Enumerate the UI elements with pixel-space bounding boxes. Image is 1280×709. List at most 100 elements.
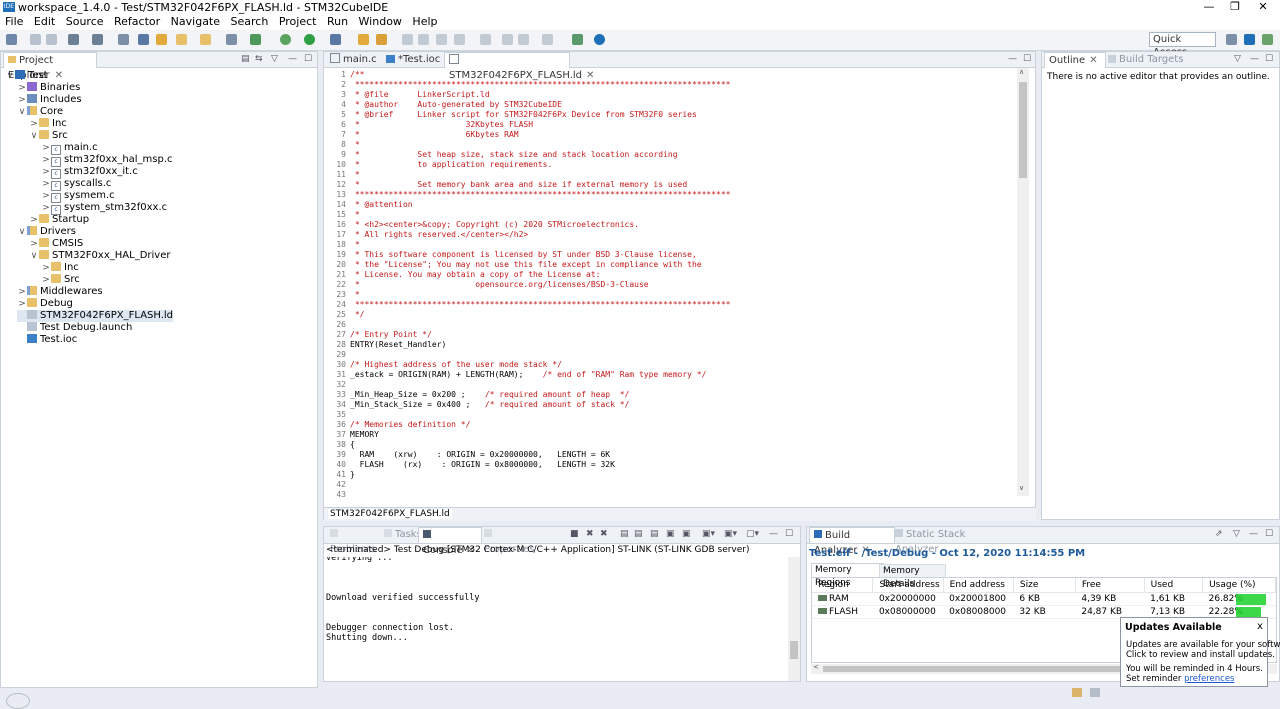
chevron-down-icon[interactable]: ∨ xyxy=(17,226,27,238)
tab-linker-script[interactable]: STM32F042F6PX_FLASH.ld ✕ xyxy=(444,52,594,81)
close-button[interactable]: ✕ xyxy=(1250,0,1276,14)
tree-item[interactable]: ∨ Core xyxy=(17,106,63,118)
tab-console[interactable]: Console ✕ xyxy=(418,527,482,556)
tree-item[interactable]: > Src xyxy=(41,274,80,286)
remove-launch-icon[interactable]: ✖ xyxy=(586,529,594,539)
debug-icon[interactable] xyxy=(280,34,291,45)
build-icon[interactable] xyxy=(92,34,103,45)
block-select-icon[interactable] xyxy=(418,34,429,45)
close-tab-icon[interactable]: ✕ xyxy=(55,70,63,81)
tree-item[interactable]: ∨ STM32F0xx_HAL_Driver xyxy=(29,250,170,262)
maximize-view-icon[interactable]: ☐ xyxy=(1265,54,1273,64)
tree-item[interactable]: ∨ Test xyxy=(5,70,48,82)
chevron-right-icon[interactable]: > xyxy=(41,202,51,214)
refresh-icon[interactable] xyxy=(250,34,261,45)
menu-help[interactable]: Help xyxy=(412,14,437,30)
column-header[interactable]: Used xyxy=(1144,578,1204,593)
scroll-lock-icon[interactable]: ▤ xyxy=(634,529,643,539)
run-icon[interactable] xyxy=(304,34,315,45)
menu-project[interactable]: Project xyxy=(279,14,317,30)
column-header[interactable]: Start address xyxy=(872,578,944,593)
table-row[interactable]: RAM 0x20000000 0x20001800 6 KB 4,39 KB 1,61 K… xyxy=(812,592,1276,606)
updates-popup[interactable]: Updates Available x Updates are availabl… xyxy=(1120,617,1280,687)
search-icon[interactable] xyxy=(358,34,369,45)
chevron-down-icon[interactable]: ∨ xyxy=(17,106,27,118)
minimize-view-icon[interactable]: — xyxy=(1008,54,1017,64)
column-header[interactable]: Region xyxy=(812,578,874,593)
chevron-right-icon[interactable]: > xyxy=(41,178,51,190)
tab-project-explorer[interactable]: Project Explorer ✕ xyxy=(3,52,97,81)
chevron-right-icon[interactable]: > xyxy=(29,238,39,250)
console-vertical-scrollbar[interactable] xyxy=(788,557,800,681)
forward-icon[interactable] xyxy=(542,34,553,45)
export-icon[interactable]: ⇗ xyxy=(1215,529,1223,539)
tab-outline[interactable]: Outline ✕ xyxy=(1044,52,1106,68)
tree-item[interactable]: ∨ Src xyxy=(29,130,68,142)
menu-source[interactable]: Source xyxy=(66,14,104,30)
tab-main-c[interactable]: main.c xyxy=(326,52,380,67)
tab-build-targets[interactable]: Build Targets xyxy=(1104,52,1188,67)
tree-item[interactable]: Test Debug.launch xyxy=(17,322,132,334)
tree-item[interactable]: > c system_stm32f0xx.c xyxy=(41,202,167,215)
tree-item[interactable]: ∨ Drivers xyxy=(17,226,76,238)
tree-item[interactable]: > Debug xyxy=(17,298,73,310)
editor-vertical-scrollbar[interactable]: ∧ ∨ xyxy=(1017,68,1029,496)
tree-item[interactable]: > Startup xyxy=(29,214,89,226)
tree-item[interactable]: Test.ioc xyxy=(17,334,77,346)
tree-item[interactable]: > c syscalls.c xyxy=(41,178,111,191)
view-menu-icon[interactable]: ▽ xyxy=(271,54,278,64)
menu-run[interactable]: Run xyxy=(327,14,348,30)
column-header[interactable]: Size xyxy=(1013,578,1076,593)
chevron-right-icon[interactable]: > xyxy=(17,298,27,310)
chevron-right-icon[interactable]: > xyxy=(17,94,27,106)
back-icon[interactable] xyxy=(518,34,529,45)
menu-file[interactable]: File xyxy=(5,14,23,30)
new-source-folder-icon[interactable] xyxy=(200,34,211,45)
new-console-icon[interactable]: ▢▾ xyxy=(746,529,759,539)
next-annotation-icon[interactable] xyxy=(454,34,465,45)
new-folder-icon[interactable] xyxy=(176,34,187,45)
tree-item[interactable]: > Middlewares xyxy=(17,286,103,298)
pen-icon[interactable] xyxy=(376,34,387,45)
restore-button[interactable]: ❐ xyxy=(1222,0,1248,14)
save-all-icon[interactable] xyxy=(46,34,57,45)
popup-close-icon[interactable]: x xyxy=(1257,621,1263,632)
minimize-button[interactable]: — xyxy=(1196,0,1222,14)
close-tab-icon[interactable]: ✕ xyxy=(1089,55,1097,66)
chevron-right-icon[interactable]: > xyxy=(17,286,27,298)
minimize-view-icon[interactable]: — xyxy=(769,529,778,539)
new-icon[interactable] xyxy=(6,34,17,45)
remove-all-icon[interactable]: ✖ xyxy=(600,529,608,539)
view-menu-icon[interactable]: ▽ xyxy=(1234,54,1241,64)
scroll-up-icon[interactable]: ∧ xyxy=(1019,68,1024,76)
chevron-right-icon[interactable]: > xyxy=(41,154,51,166)
minimize-view-icon[interactable]: — xyxy=(1249,529,1258,539)
maximize-view-icon[interactable]: ☐ xyxy=(1265,529,1273,539)
new-file-icon[interactable] xyxy=(226,34,237,45)
toggle-mark-icon[interactable] xyxy=(402,34,413,45)
quick-access-input[interactable]: Quick Access xyxy=(1149,32,1216,58)
heap-status-icon[interactable] xyxy=(6,693,30,709)
subtab-memory-details[interactable]: Memory Details xyxy=(879,564,946,589)
display-console-icon[interactable]: ▣▾ xyxy=(702,529,715,539)
scroll-thumb[interactable] xyxy=(790,641,798,659)
console-output[interactable]: Verifying ... Download verified successfu… xyxy=(324,557,786,681)
word-wrap-icon[interactable]: ▤ xyxy=(650,529,659,539)
tree-item[interactable]: STM32F042F6PX_FLASH.ld xyxy=(17,310,174,322)
tree-item[interactable]: > c stm32f0xx_hal_msp.c xyxy=(41,154,173,167)
chevron-down-icon[interactable]: ∨ xyxy=(29,250,39,262)
column-header[interactable]: Free xyxy=(1075,578,1145,593)
chevron-right-icon[interactable]: > xyxy=(41,190,51,202)
show-on-output-icon[interactable]: ▣ xyxy=(682,529,691,539)
tab-problems[interactable]: Problems xyxy=(326,527,380,555)
pin-console-icon[interactable]: ▣ xyxy=(666,529,675,539)
notification-icon[interactable] xyxy=(1090,688,1100,697)
maximize-view-icon[interactable]: ☐ xyxy=(785,529,793,539)
subtab-memory-regions[interactable]: Memory Regions xyxy=(811,563,884,588)
terminate-icon[interactable]: ■ xyxy=(570,529,579,539)
link-editor-icon[interactable]: ⇆ xyxy=(255,54,263,64)
tab-test-ioc[interactable]: *Test.ioc xyxy=(382,52,448,67)
chevron-right-icon[interactable]: > xyxy=(41,262,51,274)
tree-item[interactable]: > c main.c xyxy=(41,142,98,155)
tree-item[interactable]: > c stm32f0xx_it.c xyxy=(41,166,138,179)
